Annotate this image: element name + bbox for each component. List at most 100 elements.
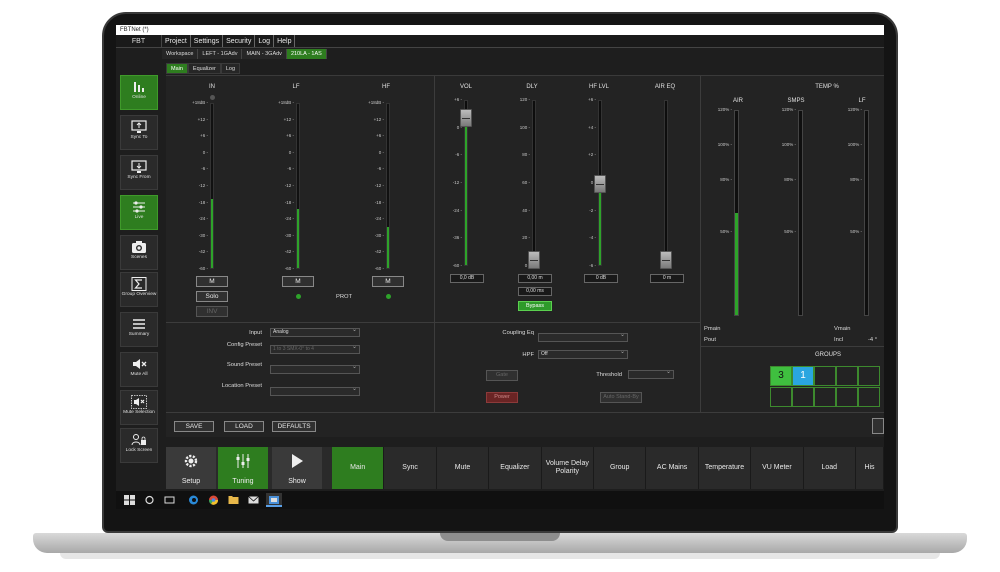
edge-browser-icon[interactable] — [188, 495, 199, 505]
group-cell[interactable]: 3 — [770, 366, 792, 386]
task-view-icon[interactable] — [164, 495, 175, 505]
breadcrumb-workspace[interactable]: Workspace — [162, 49, 199, 59]
save-button[interactable]: SAVE — [174, 421, 214, 432]
divider — [700, 346, 884, 347]
scale-tick-label: 20 - — [522, 235, 530, 241]
group-cell[interactable] — [836, 366, 858, 386]
menu-help[interactable]: Help — [274, 35, 296, 47]
breadcrumb-left[interactable]: LEFT - 1GAdv — [198, 49, 243, 59]
scale-tick-label: +18dB - — [368, 100, 384, 105]
auto-standby-button[interactable]: Auto Stand-By — [600, 392, 642, 403]
invert-button[interactable]: INV — [196, 306, 228, 317]
sidebar-item-lock-screen[interactable]: Lock Screen — [120, 428, 158, 463]
menu-security[interactable]: Security — [223, 35, 256, 47]
dly-value-input[interactable]: 0,00 m — [518, 274, 552, 283]
hf-lvl-value-input[interactable]: 0 dB — [584, 274, 618, 283]
sound-preset-select[interactable] — [270, 364, 360, 374]
active-app-tile[interactable] — [266, 493, 282, 507]
menu-log[interactable]: Log — [255, 35, 275, 47]
bottom-tab[interactable]: AC Mains — [646, 447, 699, 489]
bottom-tab[interactable]: Group — [594, 447, 647, 489]
tab-log[interactable]: Log — [220, 63, 241, 74]
sidebar-item-mute-all[interactable]: Mute All — [120, 352, 158, 387]
hf-lvl-fader[interactable] — [594, 100, 606, 266]
window-title: FBTNet (*) — [116, 25, 884, 35]
breadcrumb-main[interactable]: MAIN - 3GAdv — [242, 49, 287, 59]
temp-scale-label: 100% - — [847, 142, 862, 148]
defaults-button[interactable]: DEFAULTS — [272, 421, 316, 432]
hf-lvl-fader-knob[interactable] — [594, 175, 606, 193]
air-eq-fader-knob[interactable] — [660, 251, 672, 269]
scroll-right-button[interactable] — [872, 418, 884, 434]
show-button[interactable]: Show — [272, 447, 322, 489]
bypass-button[interactable]: Bypass — [518, 301, 552, 311]
group-cell[interactable] — [792, 387, 814, 407]
bottom-tab[interactable]: VU Meter — [751, 447, 804, 489]
breadcrumb-device[interactable]: 210LA - 1AS — [286, 49, 327, 59]
windows-start-icon[interactable] — [124, 495, 135, 505]
sidebar-item-label: Mute All — [130, 372, 148, 377]
vol-fader[interactable] — [460, 100, 472, 266]
group-cell[interactable] — [858, 387, 880, 407]
scale-tick-label: -6 - — [377, 166, 384, 172]
group-cell[interactable]: 1 — [792, 366, 814, 386]
sidebar-item-live[interactable]: Live — [120, 195, 158, 230]
gate-button[interactable]: Gate — [486, 370, 518, 381]
air-eq-value-input[interactable]: 0 m — [650, 274, 684, 283]
tuning-button[interactable]: Tuning — [218, 447, 268, 489]
dly-fader-knob[interactable] — [528, 251, 540, 269]
menu-settings[interactable]: Settings — [191, 35, 224, 47]
power-button[interactable]: Power — [486, 392, 518, 403]
bottom-tab[interactable]: His — [856, 447, 884, 489]
bottom-tab[interactable]: Equalizer — [489, 447, 542, 489]
sidebar-item-sync-to[interactable]: Sync To — [120, 115, 158, 150]
config-preset-select[interactable]: 1 to 3 SMX-0° to 4 — [270, 344, 360, 354]
bottom-tab[interactable]: Volume Delay Polarity — [542, 447, 594, 489]
coupling-eq-select[interactable] — [538, 332, 628, 342]
chrome-browser-icon[interactable] — [208, 495, 219, 505]
group-cell[interactable] — [814, 387, 836, 407]
tab-main[interactable]: Main — [166, 63, 188, 74]
tab-equalizer[interactable]: Equalizer — [187, 63, 221, 74]
meter-fill — [297, 208, 299, 268]
sidebar-item-online[interactable]: Online — [120, 75, 158, 110]
mail-icon[interactable] — [248, 495, 259, 505]
group-cell[interactable] — [836, 387, 858, 407]
search-icon[interactable] — [144, 495, 155, 505]
dly-ms-input[interactable]: 0,00 ms — [518, 287, 552, 296]
input-select[interactable]: Analog — [270, 327, 360, 337]
group-cell[interactable] — [814, 366, 836, 386]
vol-value-input[interactable]: 0,0 dB — [450, 274, 484, 283]
sidebar-item-summary[interactable]: Summary — [120, 312, 158, 347]
mute-button-hf[interactable]: M — [372, 276, 404, 287]
bottom-tab[interactable]: Temperature — [699, 447, 752, 489]
location-preset-select[interactable] — [270, 386, 360, 396]
bottom-tab[interactable]: Sync — [384, 447, 437, 489]
divider — [166, 322, 700, 323]
bottom-tab[interactable]: Mute — [437, 447, 490, 489]
temp-scale-label: 50% - — [720, 228, 732, 234]
bottom-tab[interactable]: Main — [332, 447, 385, 489]
air-eq-fader[interactable] — [660, 100, 672, 269]
sidebar-item-scenes[interactable]: Scenes — [120, 235, 158, 270]
menu-project[interactable]: Project — [162, 35, 191, 47]
vol-fader-knob[interactable] — [460, 109, 472, 127]
hpf-select[interactable]: Off — [538, 349, 628, 359]
mute-button-in[interactable]: M — [196, 276, 228, 287]
threshold-select[interactable] — [628, 369, 674, 379]
mute-button-lf[interactable]: M — [282, 276, 314, 287]
scale-tick-label: -6 - — [589, 263, 596, 268]
bottom-tab[interactable]: Load — [804, 447, 856, 489]
solo-button[interactable]: Solo — [196, 291, 228, 302]
setup-button[interactable]: Setup — [166, 447, 216, 489]
scale-tick-label: +6 - — [286, 133, 294, 139]
sidebar-item-mute-selection[interactable]: Mute Selection — [120, 390, 158, 425]
dly-fader[interactable] — [528, 100, 540, 269]
group-cell[interactable] — [770, 387, 792, 407]
file-explorer-icon[interactable] — [228, 495, 239, 505]
sidebar-item-sync-from[interactable]: Sync From — [120, 155, 158, 190]
group-cell[interactable] — [858, 366, 880, 386]
load-button[interactable]: LOAD — [224, 421, 264, 432]
sidebar-item-group-overview[interactable]: Group Overview — [120, 272, 158, 307]
laptop-notch — [440, 533, 560, 541]
